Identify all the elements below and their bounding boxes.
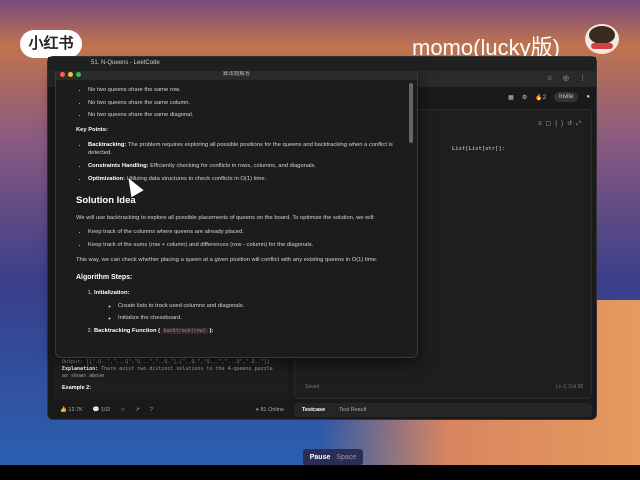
key-point: Backtracking: The problem requires explo… <box>88 141 397 158</box>
step-2: Backtracking Function ( <box>94 328 161 335</box>
menu-icon[interactable]: ⋮ <box>579 74 586 84</box>
code-line: List[List[str]]: <box>452 146 505 152</box>
editor-toolbar-icons[interactable]: ≡▢{}↺⤢ <box>538 120 585 128</box>
example-2-heading: Example 2: <box>62 385 92 391</box>
solution-outro: This way, we can check whether placing a… <box>76 256 378 263</box>
step-2-end: ): <box>209 328 214 335</box>
explanation-label: Explanation: <box>62 366 99 372</box>
extension-icon[interactable]: ◎ <box>563 74 569 84</box>
profile-avatar[interactable]: ● <box>586 94 590 100</box>
solution-content: No two queens share the same row. No two… <box>56 80 417 342</box>
key-point-text: The problem requires exploring all possi… <box>88 141 393 157</box>
popup-title: 算法题解答 <box>222 71 251 77</box>
step-1-point: Initialize the chessboard. <box>118 314 397 323</box>
help-icon[interactable]: ? <box>150 407 153 413</box>
avatar <box>585 24 619 54</box>
tab-testcase[interactable]: Testcase <box>302 407 325 413</box>
bottom-letterbox <box>0 465 640 480</box>
browser-tab[interactable]: 51. N-Queens - LeetCode <box>48 57 596 71</box>
testcase-bar: Testcase Test Result <box>294 403 592 417</box>
solution-point: Keep track of the sums (row + column) an… <box>88 241 397 250</box>
solution-intro: We will use backtracking to explore all … <box>76 214 375 221</box>
output-line: Output: [[".Q..","...Q","Q...","..Q."],[… <box>62 359 270 365</box>
solution-point: Keep track of the columns where queens a… <box>88 228 397 237</box>
constraint-item: No two queens share the same column. <box>88 99 397 108</box>
bookmark-star-icon[interactable]: ☆ <box>547 74 553 84</box>
key-point-text: Efficiently checking for conflicts in ro… <box>150 163 317 170</box>
constraint-item: No two queens share the same diagonal. <box>88 111 397 120</box>
invite-button[interactable]: Invite <box>554 92 579 102</box>
solution-heading: Solution Idea <box>76 194 136 206</box>
like-button[interactable]: 👍 12.7K <box>60 407 83 413</box>
steps-heading: Algorithm Steps: <box>76 273 133 281</box>
constraint-item: No two queens share the same row. <box>88 86 397 95</box>
tab-title: 51. N-Queens - LeetCode <box>91 60 160 66</box>
shortcut-label: Space <box>336 453 357 461</box>
description-footer: 👍 12.7K 💬 102 ☆ ↗ ? 81 Online <box>54 403 288 417</box>
solution-popup-window: 算法题解答 No two queens share the same row. … <box>55 68 418 358</box>
key-point-text: Utilizing data structures to check confl… <box>126 175 267 182</box>
close-button[interactable] <box>60 72 65 77</box>
key-point-label: Optimization: <box>88 175 126 182</box>
xiaohongshu-logo: 小红书 <box>20 30 82 58</box>
tab-test-result[interactable]: Test Result <box>339 407 366 413</box>
layout-icon[interactable]: ▦ <box>508 94 514 101</box>
favorite-icon[interactable]: ☆ <box>120 407 125 413</box>
step-2-code: backtrack(row) <box>161 328 208 335</box>
key-point-label: Constraints Handling: <box>88 163 149 170</box>
comment-count: 102 <box>101 407 111 413</box>
comments-button[interactable]: 💬 102 <box>93 407 111 413</box>
share-icon[interactable]: ↗ <box>135 407 140 413</box>
streak-badge[interactable]: 🔥2 <box>535 94 546 101</box>
minimize-button[interactable] <box>68 72 73 77</box>
key-points-heading: Key Points: <box>76 127 108 134</box>
pause-label: Pause <box>309 453 331 461</box>
key-point: Constraints Handling: Efficiently checki… <box>88 162 397 171</box>
step-1-point: Create lists to track used columns and d… <box>118 302 397 311</box>
problem-description: Output: [[".Q..","...Q","Q...","..Q."],[… <box>54 353 288 399</box>
maximize-button[interactable] <box>76 72 81 77</box>
settings-icon[interactable]: ⚙ <box>522 94 527 101</box>
leetcode-header: ▦ ⚙ 🔥2 Invite ● <box>408 89 598 105</box>
like-count: 12.7K <box>68 407 83 413</box>
cursor-position: Ln 3, Col 38 <box>556 384 583 390</box>
scrollbar[interactable] <box>409 83 413 143</box>
online-count: 81 Online <box>256 407 284 413</box>
streak-count: 2 <box>542 94 547 101</box>
key-point-label: Backtracking: <box>88 141 127 148</box>
saved-status: Saved <box>305 384 320 390</box>
recorder-pause-button[interactable]: Pause Space <box>303 449 363 465</box>
step-1: Initialization: <box>94 290 130 296</box>
